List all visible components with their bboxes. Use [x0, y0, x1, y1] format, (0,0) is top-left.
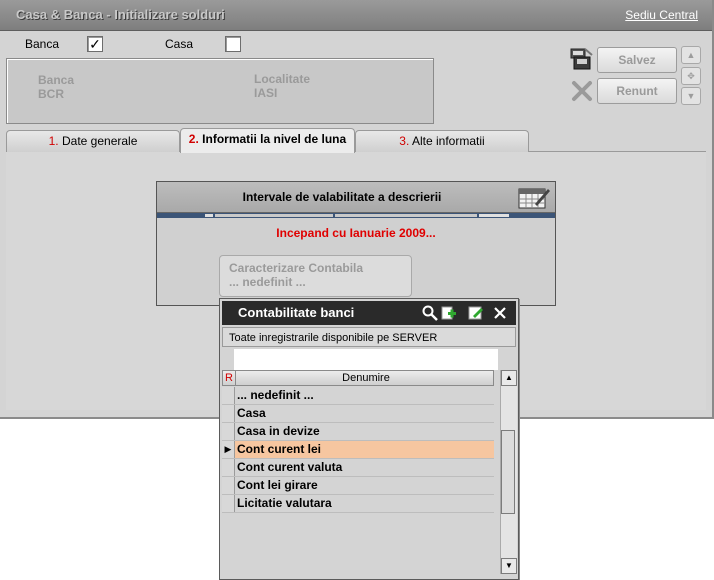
grid-header: R Denumire [222, 370, 494, 386]
scroll-up-button[interactable]: ▲ [501, 370, 517, 386]
tab-number: 2. [188, 132, 199, 146]
search-input[interactable] [234, 349, 498, 370]
list-item[interactable]: Cont lei girare [222, 477, 494, 495]
row-selector[interactable]: ▶ [222, 441, 235, 458]
cross-icon [570, 79, 594, 103]
tab-informatii-luna[interactable]: 2. Informatii la nivel de luna [180, 128, 355, 153]
row-name: Cont curent lei [237, 442, 322, 456]
tab-number: 1. [48, 134, 59, 148]
column-header-denumire[interactable]: Denumire [235, 371, 496, 385]
move-up-button[interactable]: ▲ [681, 46, 701, 64]
list-item[interactable]: ▶ Cont curent lei [222, 441, 494, 459]
lookup-title-bar[interactable]: Contabilitate banci [222, 301, 516, 325]
account-info-panel: Banca BCR Localitate IASI [6, 58, 434, 124]
interval-title: Intervale de valabilitate a descrierii [242, 190, 442, 204]
tab-label: Alte informatii [411, 134, 485, 148]
search-icon[interactable] [422, 305, 438, 321]
row-name: ... nedefinit ... [237, 388, 314, 402]
list-item[interactable]: Casa in devize [222, 423, 494, 441]
timeline-marker [205, 214, 213, 217]
banca-checkbox[interactable]: ✓ [87, 36, 103, 52]
move-icon[interactable]: ✥ [681, 67, 701, 85]
tab-label: Informatii la nivel de luna [202, 132, 347, 146]
list-item[interactable]: Licitatie valutara [222, 495, 494, 513]
caracterizare-contabila-field[interactable]: Caracterizare Contabila ... nedefinit ..… [219, 255, 412, 297]
save-print-icon [568, 47, 594, 71]
timeline-marker [479, 214, 509, 217]
lookup-popup: Contabilitate banci Toate inregistrarile… [219, 298, 519, 580]
list-item[interactable]: Casa [222, 405, 494, 423]
list-item[interactable]: ... nedefinit ... [222, 387, 494, 405]
info-banca-value: BCR [38, 87, 64, 101]
info-localitate-label: Localitate [254, 72, 311, 86]
tab-date-generale[interactable]: 1. Date generale [6, 130, 180, 152]
timeline-segment [335, 214, 477, 217]
close-icon[interactable] [492, 305, 508, 321]
casa-checkbox[interactable] [225, 36, 241, 52]
row-name: Casa [237, 406, 266, 420]
move-down-button[interactable]: ▼ [681, 87, 701, 105]
add-record-icon[interactable] [440, 305, 456, 321]
info-banca-label: Banca [38, 73, 75, 87]
timeline-segment [215, 214, 333, 217]
column-header-r[interactable]: R [223, 371, 235, 385]
row-selector[interactable] [222, 477, 235, 494]
banca-filter-label: Banca [25, 37, 60, 51]
row-name: Casa in devize [237, 424, 320, 438]
edit-icon[interactable] [468, 305, 484, 321]
scroll-down-button[interactable]: ▼ [501, 558, 517, 574]
info-localitate-value: IASI [254, 86, 278, 100]
interval-header: Intervale de valabilitate a descrierii [157, 182, 555, 213]
window-title: Casa & Banca - Initializare solduri [16, 7, 225, 22]
row-selector[interactable] [222, 459, 235, 476]
tab-number: 3. [399, 134, 410, 148]
row-selector[interactable] [222, 495, 235, 512]
calendar-edit-icon[interactable] [517, 184, 551, 210]
list-item[interactable]: Cont curent valuta [222, 459, 494, 477]
title-bar[interactable]: Casa & Banca - Initializare solduri Sedi… [0, 0, 712, 31]
row-selector[interactable] [222, 405, 235, 422]
save-button[interactable]: Salvez [597, 47, 677, 73]
interval-since-text: Incepand cu Ianuarie 2009... [276, 226, 436, 240]
check-icon: ✓ [89, 36, 101, 52]
tab-label: Date generale [61, 134, 138, 148]
scroll-thumb[interactable] [501, 430, 515, 514]
cancel-button[interactable]: Renunt [597, 78, 677, 104]
interval-timeline-bar[interactable] [157, 213, 555, 218]
caracterizare-label: Caracterizare Contabila [229, 261, 364, 275]
row-name: Cont curent valuta [237, 460, 343, 474]
caracterizare-value: ... nedefinit ... [229, 275, 306, 289]
vertical-scrollbar[interactable]: ▲ ▼ [500, 370, 517, 574]
row-selector[interactable] [222, 387, 235, 404]
server-scope-label: Toate inregistrarile disponibile pe SERV… [222, 327, 516, 347]
row-name: Cont lei girare [237, 478, 318, 492]
company-link[interactable]: Sediu Central [625, 8, 698, 22]
row-name: Licitatie valutara [237, 496, 332, 510]
tab-alte-informatii[interactable]: 3. Alte informatii [355, 130, 529, 152]
lookup-title: Contabilitate banci [238, 305, 355, 320]
row-selector[interactable] [222, 423, 235, 440]
casa-filter-label: Casa [165, 37, 194, 51]
